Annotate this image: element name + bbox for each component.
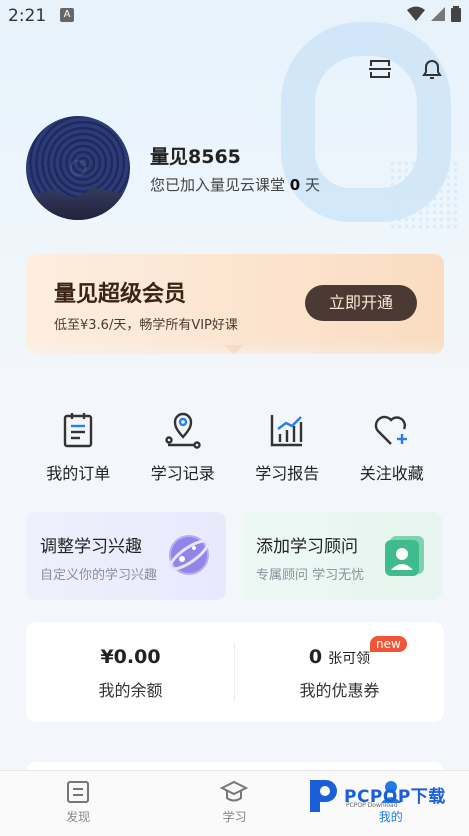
vip-title: 量见超级会员 — [54, 282, 187, 307]
coupon-count: 0 — [308, 646, 323, 668]
avatar[interactable] — [26, 116, 130, 220]
tab-discover[interactable]: 发现 — [0, 771, 156, 836]
decorative-dots — [389, 160, 459, 230]
location-record-icon — [165, 412, 201, 449]
header-actions — [367, 56, 445, 82]
quick-label: 学习报告 — [255, 464, 320, 483]
joined-suffix: 天 — [300, 176, 320, 194]
tab-label: 发现 — [66, 810, 91, 824]
wifi-icon — [407, 6, 425, 21]
balance-column[interactable]: ¥0.00 我的余额 — [26, 646, 235, 701]
bell-icon — [422, 60, 442, 79]
card-title: 调整学习兴趣 — [40, 537, 142, 557]
tab-study[interactable]: 学习 — [156, 771, 312, 836]
quick-label: 我的订单 — [46, 464, 111, 483]
pcpop-logo-icon — [310, 780, 337, 812]
balance-panel: ¥0.00 我的余额 0 张可领 我的优惠券 new — [26, 622, 444, 722]
quick-actions: 我的订单 学习记录 学习报告 关注收藏 — [26, 410, 444, 484]
order-icon — [64, 413, 93, 448]
battery-icon — [451, 6, 461, 22]
new-badge: new — [370, 636, 407, 652]
notification-button[interactable] — [419, 56, 445, 82]
vip-banner[interactable]: 量见超级会员 低至¥3.6/天，畅学所有VIP好课 立即开通 — [26, 254, 444, 354]
coupon-label: 我的优惠券 — [299, 681, 380, 700]
card-subtitle: 专属顾问 学习无忧 — [256, 568, 365, 583]
report-chart-icon — [271, 415, 303, 447]
planet-icon — [169, 535, 209, 575]
notification-a-icon: A — [60, 8, 74, 22]
pcpop-subtext: PCPOP Download — [346, 802, 398, 809]
card-title: 添加学习顾问 — [256, 537, 358, 557]
joined-days-text: 您已加入量见云课堂 0 天 — [150, 174, 320, 195]
coupon-column[interactable]: 0 张可领 我的优惠券 — [235, 646, 444, 701]
quick-item-report[interactable]: 学习报告 — [235, 410, 340, 484]
quick-label: 关注收藏 — [359, 464, 424, 483]
quick-label: 学习记录 — [150, 464, 215, 483]
adjust-interest-card[interactable]: 调整学习兴趣 自定义你的学习兴趣 — [26, 512, 226, 600]
joined-days-count: 0 — [289, 176, 301, 194]
status-bar: 2:21 A — [0, 0, 469, 32]
heart-plus-icon — [374, 415, 407, 445]
vip-open-button[interactable]: 立即开通 — [305, 285, 417, 321]
quick-item-records[interactable]: 学习记录 — [131, 410, 236, 484]
advisor-icon — [385, 536, 424, 576]
coupon-unit: 张可领 — [328, 651, 371, 667]
status-time: 2:21 — [8, 6, 47, 26]
balance-amount: ¥0.00 — [100, 646, 161, 668]
scan-button[interactable] — [367, 56, 393, 82]
card-subtitle: 自定义你的学习兴趣 — [40, 568, 158, 583]
joined-prefix: 您已加入量见云课堂 — [150, 176, 290, 194]
scan-icon — [369, 60, 391, 78]
add-advisor-card[interactable]: 添加学习顾问 专属顾问 学习无忧 — [242, 512, 442, 600]
discover-icon — [67, 781, 90, 803]
quick-item-favorites[interactable]: 关注收藏 — [340, 410, 445, 484]
pcpop-watermark: PCPOP下载 PCPOP Download — [306, 774, 456, 818]
username[interactable]: 量见8565 — [150, 142, 241, 169]
tab-label: 学习 — [222, 810, 247, 824]
balance-label: 我的余额 — [98, 681, 163, 700]
vip-subtitle: 低至¥3.6/天，畅学所有VIP好课 — [54, 318, 238, 333]
vip-notch — [224, 345, 244, 354]
graduation-cap-icon — [220, 780, 249, 802]
signal-icon — [431, 7, 445, 21]
quick-item-orders[interactable]: 我的订单 — [26, 410, 131, 484]
